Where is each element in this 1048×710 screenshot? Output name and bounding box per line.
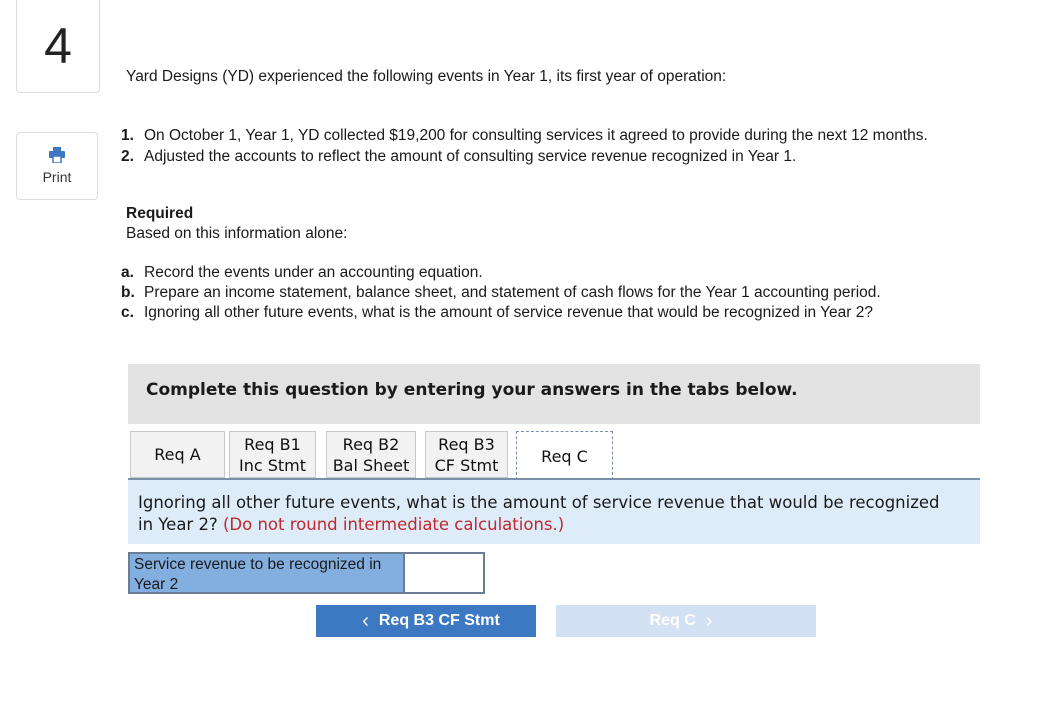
next-tab-button: Req C ›	[556, 605, 816, 637]
tab-sublabel: Bal Sheet	[332, 455, 410, 475]
tab-req-c[interactable]: Req C	[516, 431, 613, 480]
instructions-banner: Complete this question by entering your …	[128, 364, 980, 424]
service-revenue-input[interactable]	[403, 552, 485, 594]
tab-label: Req B2	[342, 434, 400, 454]
answer-label: Service revenue to be recognized in Year…	[128, 552, 403, 594]
requirement-text: Record the events under an accounting eq…	[144, 264, 483, 281]
tab-label: Req A	[154, 445, 201, 464]
chevron-left-icon: ‹	[362, 609, 369, 632]
requirement-item: c. Ignoring all other future events, what…	[121, 303, 881, 323]
requirement-item: b. Prepare an income statement, balance s…	[121, 283, 881, 303]
question-panel: Ignoring all other future events, what i…	[128, 480, 980, 544]
banner-text: Complete this question by entering your …	[146, 380, 798, 400]
question-intro: Yard Designs (YD) experienced the follow…	[126, 68, 727, 85]
printer-icon	[49, 147, 65, 163]
requirement-text: Prepare an income statement, balance she…	[144, 284, 881, 301]
tab-label: Req B1	[244, 434, 301, 454]
question-number: 4	[16, 0, 100, 93]
panel-question: Ignoring all other future events, what i…	[138, 492, 958, 536]
event-text: On October 1, Year 1, YD collected $19,2…	[144, 127, 928, 144]
event-number: 1.	[121, 127, 134, 144]
tab-req-b2[interactable]: Req B2 Bal Sheet	[326, 431, 416, 478]
panel-note: (Do not round intermediate calculations.…	[222, 515, 565, 534]
required-heading: Required	[126, 205, 194, 222]
event-number: 2.	[121, 147, 134, 165]
tab-label: Req B3	[438, 434, 495, 454]
tab-sublabel: CF Stmt	[434, 455, 499, 475]
chevron-right-icon: ›	[705, 609, 713, 632]
requirement-text: Ignoring all other future events, what i…	[144, 304, 873, 321]
requirement-item: a. Record the events under an accounting …	[121, 263, 881, 283]
tab-label: Req C	[541, 446, 588, 466]
requirement-letter: c.	[121, 304, 134, 321]
print-label: Print	[42, 169, 72, 185]
required-subheading: Based on this information alone:	[126, 225, 348, 242]
prev-tab-label: Req B3 CF Stmt	[378, 612, 500, 629]
event-item: 1. On October 1, Year 1, YD collected $19…	[121, 126, 928, 147]
tab-req-a[interactable]: Req A	[130, 431, 225, 478]
requirements-list: a. Record the events under an accounting …	[121, 263, 881, 323]
requirement-letter: a.	[121, 264, 134, 281]
event-item: 2. Adjusted the accounts to reflect the a…	[121, 147, 928, 168]
event-text: Adjusted the accounts to reflect the amo…	[144, 147, 797, 165]
tab-sublabel: Inc Stmt	[238, 455, 307, 475]
prev-tab-button[interactable]: ‹ Req B3 CF Stmt	[316, 605, 536, 637]
requirement-letter: b.	[121, 284, 135, 301]
tab-req-b3[interactable]: Req B3 CF Stmt	[425, 431, 508, 478]
tab-req-b1[interactable]: Req B1 Inc Stmt	[229, 431, 316, 478]
events-list: 1. On October 1, Year 1, YD collected $19…	[121, 126, 928, 167]
next-tab-label: Req C	[649, 612, 696, 629]
print-button[interactable]: Print	[16, 132, 98, 200]
